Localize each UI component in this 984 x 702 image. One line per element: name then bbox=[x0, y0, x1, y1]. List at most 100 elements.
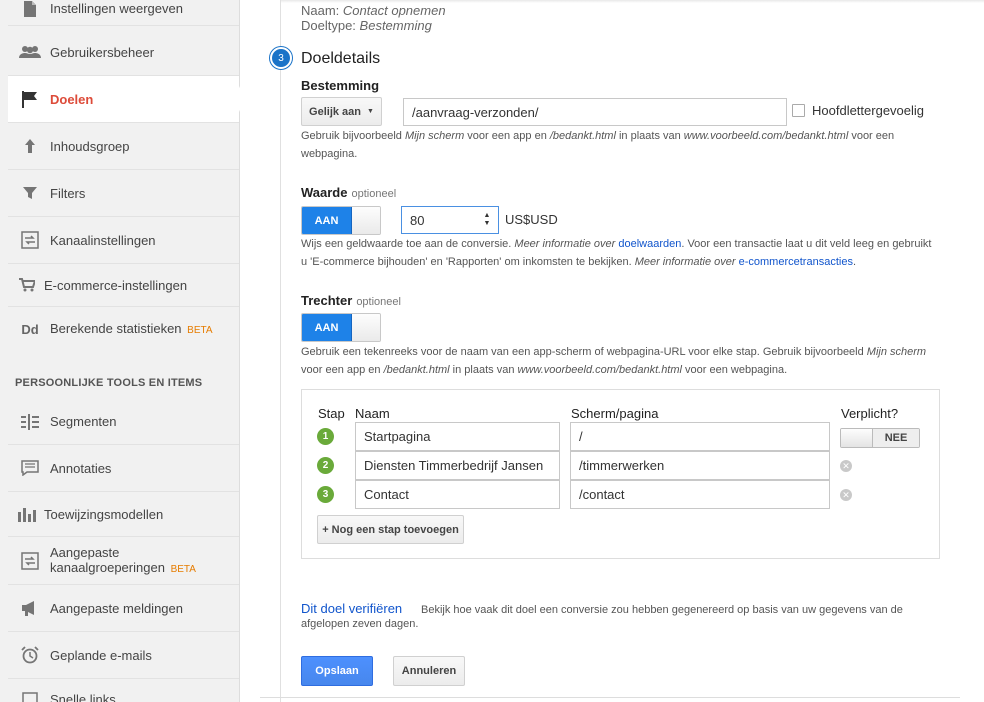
funnel-step-screen-input[interactable]: /contact bbox=[570, 480, 830, 509]
sidebar-item-goals[interactable]: Doelen bbox=[8, 76, 239, 123]
sidebar-item-label: Annotaties bbox=[50, 460, 112, 476]
help-text: /bedankt.html bbox=[549, 130, 616, 142]
cancel-button[interactable]: Annuleren bbox=[393, 656, 465, 686]
sidebar-item-label: Segmenten bbox=[50, 414, 117, 429]
help-text: /bedankt.html bbox=[383, 364, 450, 376]
sidebar-item-view-settings[interactable]: Instellingen weergeven bbox=[8, 0, 239, 26]
funnel-label-text: Trechter bbox=[301, 293, 353, 308]
funnel-help: Gebruik een tekenreeks voor de naam van … bbox=[301, 343, 941, 379]
help-text: www.voorbeeld.com/bedankt.html bbox=[683, 130, 849, 142]
column-header-screen: Scherm/pagina bbox=[571, 406, 659, 421]
sidebar-item-label: Berekende statistieken BETA bbox=[50, 321, 213, 338]
toggle-knob bbox=[352, 314, 380, 341]
remove-step-icon[interactable]: ✕ bbox=[840, 460, 852, 472]
summary-label: Naam: bbox=[301, 3, 340, 18]
case-sensitive-label: Hoofdlettergevoelig bbox=[812, 103, 925, 118]
alarm-clock-icon bbox=[16, 644, 44, 666]
required-toggle[interactable]: NEE bbox=[840, 428, 920, 448]
funnel-label: Trechter optioneel bbox=[301, 293, 401, 308]
sidebar-item-custom-channel-groupings[interactable]: Aangepaste kanaalgroeperingen BETA bbox=[8, 537, 239, 585]
toggle-on-label: AAN bbox=[302, 207, 352, 234]
channel-grouping-icon bbox=[16, 550, 44, 572]
flag-icon bbox=[16, 88, 44, 110]
funnel-step-name-input[interactable]: Contact bbox=[355, 480, 560, 509]
help-text: webpagina. bbox=[301, 148, 358, 160]
document-icon bbox=[16, 0, 44, 20]
sidebar-item-filters[interactable]: Filters bbox=[8, 170, 239, 217]
sidebar-item-scheduled-emails[interactable]: Geplande e-mails bbox=[8, 632, 239, 679]
active-indicator bbox=[239, 86, 245, 112]
help-text: in plaats van bbox=[449, 364, 518, 376]
verify-help-cont: afgelopen zeven dagen. bbox=[301, 618, 419, 630]
annotations-icon bbox=[16, 457, 44, 479]
case-sensitive-checkbox[interactable] bbox=[792, 104, 805, 117]
help-text: . Voor een transactie laat u dit veld le… bbox=[681, 238, 932, 250]
sidebar-item-calculated-metrics[interactable]: Dd Berekende statistieken BETA bbox=[8, 307, 239, 351]
funnel-step-screen-input[interactable]: / bbox=[570, 422, 830, 451]
sidebar-item-quick-links[interactable]: Snelle links bbox=[8, 679, 239, 702]
sidebar-item-user-management[interactable]: Gebruikersbeheer bbox=[8, 29, 239, 76]
goal-name-summary: Naam: Contact opnemen bbox=[301, 3, 446, 18]
column-header-step: Stap bbox=[318, 406, 345, 421]
help-text: voor een app en bbox=[301, 364, 384, 376]
toggle-knob bbox=[352, 207, 380, 234]
quick-links-icon bbox=[16, 689, 44, 702]
goal-values-link[interactable]: doelwaarden bbox=[618, 238, 681, 250]
step-number-badge: 3 bbox=[270, 47, 292, 69]
sidebar-item-ecommerce-settings[interactable]: E-commerce-instellingen bbox=[8, 264, 239, 307]
sidebar-item-channel-settings[interactable]: Kanaalinstellingen bbox=[8, 217, 239, 264]
verify-help: Bekijk hoe vaak dit doel een conversie z… bbox=[421, 603, 921, 618]
sidebar-item-label: Doelen bbox=[50, 91, 94, 107]
help-text: Gebruik een tekenreeks voor de naam van … bbox=[301, 346, 867, 358]
value-amount: 80 bbox=[410, 212, 425, 228]
sidebar-item-text: Berekende statistieken bbox=[50, 320, 182, 336]
currency-label: US$USD bbox=[505, 212, 558, 227]
sidebar-item-label: Inhoudsgroep bbox=[50, 138, 130, 154]
caret-down-icon: ▼ bbox=[367, 108, 374, 115]
funnel-toggle[interactable]: AAN bbox=[301, 313, 381, 342]
funnel-step-name-input[interactable]: Startpagina bbox=[355, 422, 560, 451]
sidebar-item-annotations[interactable]: Annotaties bbox=[8, 445, 239, 492]
summary-value: Bestemming bbox=[359, 18, 432, 33]
content-grouping-icon bbox=[16, 135, 44, 157]
help-text: Meer informatie over bbox=[634, 256, 739, 268]
spinner-icon[interactable]: ▲ ▼ bbox=[480, 212, 494, 228]
sidebar-item-label: Aangepaste kanaalgroeperingen BETA bbox=[50, 545, 196, 577]
megaphone-icon bbox=[16, 597, 44, 619]
sidebar-item-segments[interactable]: Segmenten bbox=[8, 399, 239, 445]
destination-label: Bestemming bbox=[301, 78, 380, 93]
match-type-value: Gelijk aan bbox=[309, 105, 362, 118]
help-text: Wijs een geldwaarde toe aan de conversie… bbox=[301, 238, 515, 250]
verify-goal-link[interactable]: Dit doel verifiëren bbox=[301, 601, 402, 616]
destination-help: Gebruik bijvoorbeeld Mijn scherm voor ee… bbox=[301, 127, 921, 163]
optional-label: optioneel bbox=[356, 296, 401, 308]
column-header-required: Verplicht? bbox=[841, 406, 899, 421]
step-badge: 3 bbox=[317, 486, 334, 503]
sidebar-item-label: Gebruikersbeheer bbox=[50, 44, 155, 60]
help-text: Bekijk hoe vaak dit doel een conversie z… bbox=[421, 604, 903, 616]
sidebar-item-content-grouping[interactable]: Inhoudsgroep bbox=[8, 123, 239, 170]
timeline-line bbox=[280, 0, 281, 702]
remove-step-icon[interactable]: ✕ bbox=[840, 489, 852, 501]
sidebar-item-attribution-models[interactable]: Toewijzingsmodellen bbox=[8, 492, 239, 537]
value-label: Waarde optioneel bbox=[301, 185, 396, 200]
sidebar-item-custom-alerts[interactable]: Aangepaste meldingen bbox=[8, 585, 239, 632]
help-text: Meer informatie over bbox=[514, 238, 619, 250]
beta-badge: BETA bbox=[170, 563, 196, 575]
help-text: . bbox=[852, 256, 857, 268]
add-step-button[interactable]: + Nog een stap toevoegen bbox=[317, 515, 464, 544]
section-title: Doeldetails bbox=[301, 50, 381, 67]
step-badge: 2 bbox=[317, 457, 334, 474]
match-type-dropdown[interactable]: Gelijk aan ▼ bbox=[301, 97, 382, 126]
sidebar-item-label: E-commerce-instellingen bbox=[44, 277, 188, 293]
sidebar-item-label: Geplande e-mails bbox=[50, 647, 152, 663]
funnel-step-name-input[interactable]: Diensten Timmerbedrijf Jansen bbox=[355, 451, 560, 480]
ecommerce-transactions-link[interactable]: e-commercetransacties bbox=[739, 256, 853, 268]
sidebar-item-text: kanaalgroeperingen bbox=[50, 559, 165, 575]
funnel-step-screen-input[interactable]: /timmerwerken bbox=[570, 451, 830, 480]
value-toggle[interactable]: AAN bbox=[301, 206, 381, 235]
save-button[interactable]: Opslaan bbox=[301, 656, 373, 686]
toggle-knob bbox=[841, 429, 873, 447]
destination-input[interactable]: /aanvraag-verzonden/ bbox=[403, 98, 787, 126]
value-amount-stepper[interactable]: 80 ▲ ▼ bbox=[401, 206, 499, 234]
